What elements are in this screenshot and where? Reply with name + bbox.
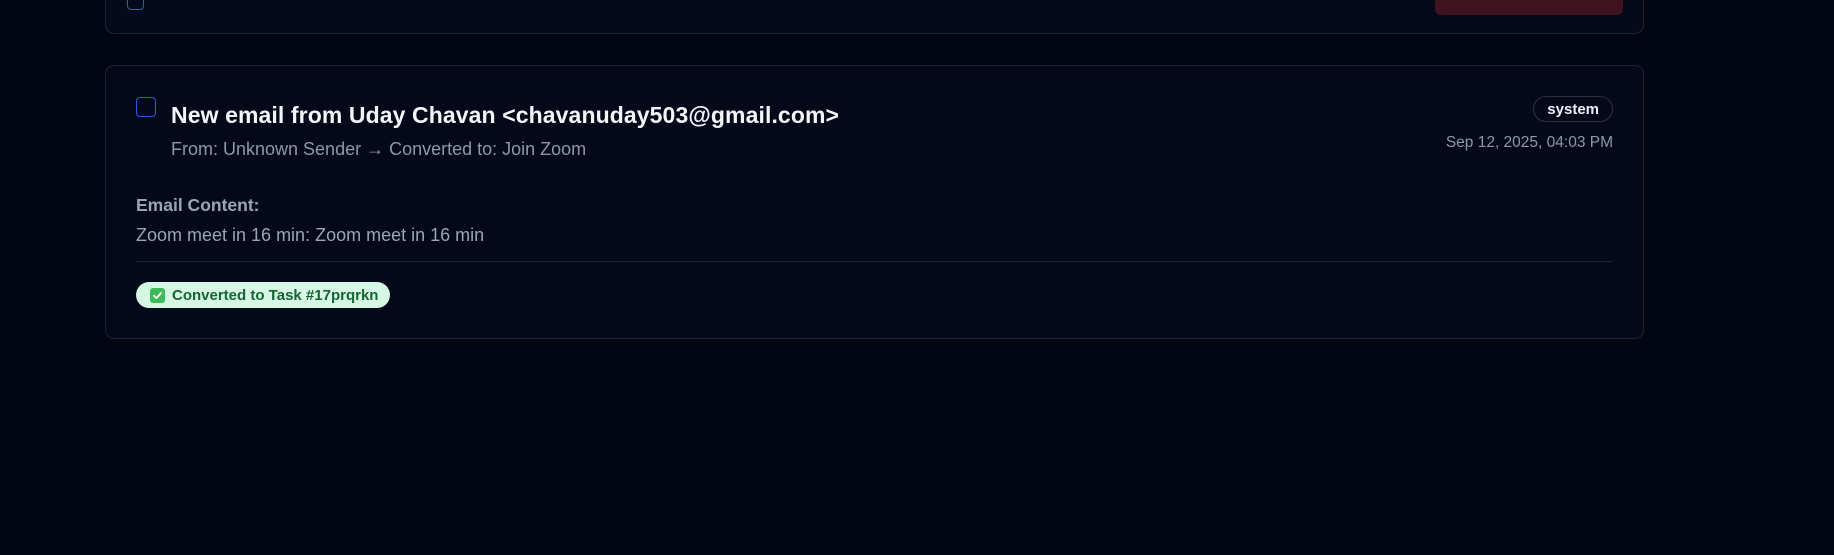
delete-button[interactable] bbox=[1435, 0, 1623, 15]
email-content-body: Zoom meet in 16 min: Zoom meet in 16 min bbox=[136, 225, 485, 245]
sender-conversion-line: From: Unknown Sender → Converted to: Joi… bbox=[171, 139, 587, 159]
type-badge: system bbox=[1533, 96, 1613, 122]
select-checkbox[interactable] bbox=[136, 97, 156, 117]
email-subject: New email from Uday Chavan <chavanuday50… bbox=[171, 102, 840, 128]
previous-card-checkbox[interactable] bbox=[127, 0, 144, 10]
email-notification-card: New email from Uday Chavan <chavanuday50… bbox=[105, 65, 1644, 339]
check-mark-icon bbox=[150, 287, 165, 303]
previous-email-card bbox=[105, 0, 1644, 34]
divider bbox=[136, 261, 1613, 262]
email-content-label: Email Content: bbox=[136, 195, 260, 215]
timestamp: Sep 12, 2025, 04:03 PM bbox=[1445, 134, 1613, 151]
converted-task-badge[interactable]: Converted to Task #17prqrkn bbox=[136, 282, 391, 308]
notifications-page: New email from Uday Chavan <chavanuday50… bbox=[0, 0, 1834, 555]
converted-task-label: Converted to Task #17prqrkn bbox=[172, 286, 379, 304]
